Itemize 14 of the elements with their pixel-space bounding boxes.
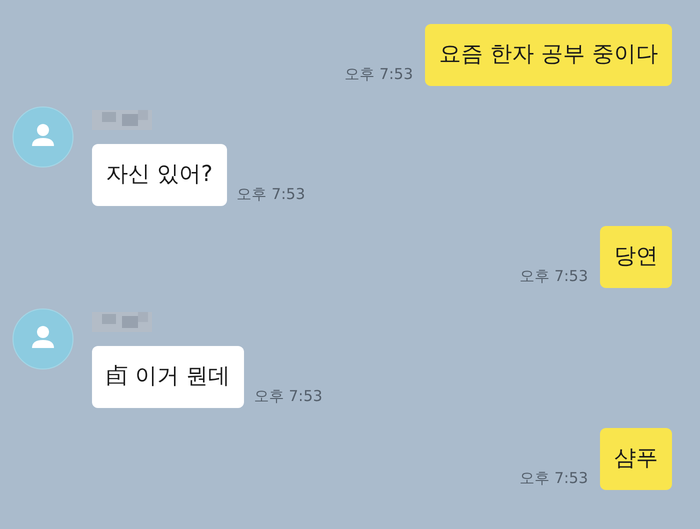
message-time: 오후 7:53	[254, 387, 322, 407]
message-time: 오후 7:53	[236, 185, 306, 205]
sent-message: 요즘 한자 공부 중이다	[425, 24, 672, 86]
blurred-name	[92, 110, 152, 130]
sent-message: 당연	[600, 226, 672, 288]
message-time: 오후 7:53	[344, 65, 414, 85]
message-time: 오후 7:53	[520, 469, 588, 489]
received-message: 卣 이거 뭔데	[92, 346, 244, 408]
sent-message: 샴푸	[600, 428, 672, 490]
message-time: 오후 7:53	[520, 267, 588, 287]
blurred-name	[92, 312, 152, 332]
received-message: 자신 있어?	[92, 144, 227, 206]
avatar-icon[interactable]	[12, 106, 74, 168]
avatar-icon[interactable]	[12, 308, 74, 370]
